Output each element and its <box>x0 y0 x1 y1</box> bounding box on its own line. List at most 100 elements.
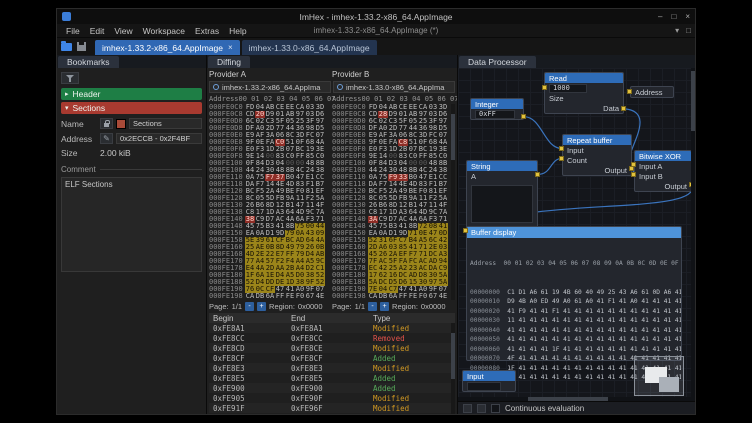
diff-table-row[interactable]: 0xFE8E50xFE8E5Added <box>209 373 455 383</box>
minimize-icon[interactable]: – <box>658 9 662 24</box>
node-bitwise-xor[interactable]: Bitwise XOR Input A Input B Output <box>634 150 692 192</box>
pin-string-output[interactable] <box>535 172 540 177</box>
column-header-begin[interactable]: Begin <box>209 314 291 323</box>
pin-xor-input-b[interactable] <box>631 172 636 177</box>
open-file-icon[interactable] <box>61 43 72 51</box>
chevron-down-icon[interactable]: ▾ <box>675 26 679 35</box>
scrollbar-thumb[interactable] <box>691 71 695 131</box>
pin-read-size-input[interactable] <box>542 85 547 90</box>
hex-byte[interactable]: 6A <box>265 293 275 300</box>
diff-table-row[interactable]: 0xFE8A10xFE8A1Modified <box>209 323 455 333</box>
input-value-box[interactable] <box>467 382 501 391</box>
bookmark-item-header[interactable]: ▸ Header <box>61 88 202 100</box>
diff-table-row[interactable]: 0xFE8CC0xFE8CCRemoved <box>209 333 455 343</box>
node-read-header[interactable]: Read <box>545 73 623 83</box>
node-repeat-header[interactable]: Repeat buffer <box>563 135 631 145</box>
tab-close-icon[interactable]: × <box>228 43 233 52</box>
buffer-display-header[interactable]: Buffer display <box>467 227 681 238</box>
comment-textarea[interactable]: ELF Sections <box>61 177 202 272</box>
hex-scrollbar[interactable] <box>451 104 455 300</box>
hex-byte[interactable]: FF <box>398 293 408 300</box>
save-icon[interactable] <box>77 42 86 51</box>
canvas-horizontal-scrollbar[interactable] <box>458 397 691 401</box>
hex-byte[interactable]: DB <box>255 293 265 300</box>
hex-byte[interactable]: F0 <box>295 293 305 300</box>
diff-table-row[interactable]: 0xFE8CD0xFE8CEModified <box>209 343 455 353</box>
pin-read-address-input[interactable] <box>627 89 632 94</box>
tab-bookmarks[interactable]: Bookmarks <box>58 56 119 68</box>
maximize-icon[interactable]: □ <box>671 9 676 24</box>
node-canvas[interactable]: Integer 0xFF Read 1000 Size Data Add <box>458 68 695 401</box>
pin-integer-output[interactable] <box>521 114 526 119</box>
node-input[interactable]: Input <box>462 370 516 392</box>
diff-table-row[interactable]: 0xFE8CF0xFE8CFAdded <box>209 353 455 363</box>
bookmark-item-sections[interactable]: ▾ Sections <box>61 102 202 114</box>
hex-byte[interactable]: FE <box>285 293 295 300</box>
color-swatch[interactable] <box>116 119 126 129</box>
run-icon[interactable] <box>463 404 472 413</box>
node-read-address[interactable]: Address <box>630 86 674 98</box>
provider-a-select[interactable]: imhex-1.33.2-x86_64.AppIma <box>209 81 331 93</box>
edit-pencil-icon[interactable]: ✎ <box>100 133 113 144</box>
tab-imhex-1-33-0[interactable]: imhex-1.33.0-x86_64.AppImage <box>242 40 377 55</box>
menu-workspace[interactable]: Workspace <box>138 26 190 36</box>
pin-repeat-input[interactable] <box>559 146 564 151</box>
hex-byte[interactable]: F0 <box>418 293 428 300</box>
page-next-button[interactable]: + <box>380 302 389 311</box>
hex-byte[interactable]: 67 <box>305 293 315 300</box>
tab-diffing[interactable]: Diffing <box>208 56 250 68</box>
page-prev-button[interactable]: - <box>245 302 254 311</box>
node-editor-minimap[interactable] <box>634 356 684 396</box>
menu-edit[interactable]: Edit <box>85 26 110 36</box>
pin-read-data-output[interactable] <box>621 106 626 111</box>
hex-byte[interactable]: 4E <box>315 293 325 300</box>
tab-imhex-1-33-2[interactable]: imhex-1.33.2-x86_64.AppImage × <box>95 40 240 55</box>
filter-button[interactable] <box>61 72 79 84</box>
column-header-end[interactable]: End <box>291 314 373 323</box>
page-next-button[interactable]: + <box>257 302 266 311</box>
hex-byte[interactable]: DB <box>378 293 388 300</box>
column-header-type[interactable]: Type <box>373 314 455 323</box>
continuous-evaluation-checkbox[interactable] <box>491 404 500 413</box>
node-read[interactable]: Read 1000 Size Data <box>544 72 624 114</box>
menu-help[interactable]: Help <box>224 26 251 36</box>
provider-b-select[interactable]: imhex-1.33.0-x86_64.AppIma <box>333 81 455 93</box>
integer-value-input[interactable]: 0xFF <box>475 110 515 119</box>
address-input[interactable]: 0x2ECCB - 0x2F4BF <box>116 133 202 144</box>
tab-data-processor[interactable]: Data Processor <box>459 56 536 68</box>
scrollbar-thumb[interactable] <box>451 333 455 379</box>
diff-table-row[interactable]: 0xFE97F0xFE97FAdded <box>209 413 455 414</box>
node-string[interactable]: String A <box>466 160 538 228</box>
diff-table-row[interactable]: 0xFE8E30xFE8E3Modified <box>209 363 455 373</box>
table-scrollbar[interactable] <box>451 323 455 414</box>
node-string-header[interactable]: String <box>467 161 537 171</box>
diff-table-row[interactable]: 0xFE9000xFE900Added <box>209 383 455 393</box>
pin-xor-input-a[interactable] <box>631 162 636 167</box>
read-size-input[interactable]: 1000 <box>549 84 587 93</box>
pin-repeat-count[interactable] <box>559 156 564 161</box>
name-input[interactable]: Sections <box>129 118 202 129</box>
node-integer[interactable]: Integer 0xFF <box>470 98 524 120</box>
scrollbar-thumb[interactable] <box>528 397 608 401</box>
scrollbar-thumb[interactable] <box>451 114 455 160</box>
node-integer-header[interactable]: Integer <box>471 99 523 109</box>
hex-byte[interactable]: 67 <box>428 293 438 300</box>
layout-icon[interactable]: □ <box>686 26 691 35</box>
menu-file[interactable]: File <box>61 26 85 36</box>
hex-byte[interactable]: FE <box>408 293 418 300</box>
title-bar[interactable]: ImHex - imhex-1.33.2-x86_64.AppImage – □… <box>57 9 695 24</box>
hex-byte[interactable]: FF <box>275 293 285 300</box>
hex-byte[interactable]: 6A <box>388 293 398 300</box>
canvas-vertical-scrollbar[interactable] <box>691 68 695 401</box>
node-input-header[interactable]: Input <box>463 371 515 381</box>
close-icon[interactable]: × <box>685 9 690 24</box>
hex-byte[interactable]: CA <box>245 293 255 300</box>
hex-byte[interactable]: 4E <box>438 293 448 300</box>
settings-icon[interactable] <box>477 404 486 413</box>
lock-icon[interactable] <box>100 118 113 129</box>
menu-extras[interactable]: Extras <box>190 26 224 36</box>
node-xor-header[interactable]: Bitwise XOR <box>635 151 691 161</box>
diff-table-row[interactable]: 0xFE9050xFE90FModified <box>209 393 455 403</box>
string-textarea[interactable] <box>471 185 533 223</box>
menu-view[interactable]: View <box>109 26 137 36</box>
